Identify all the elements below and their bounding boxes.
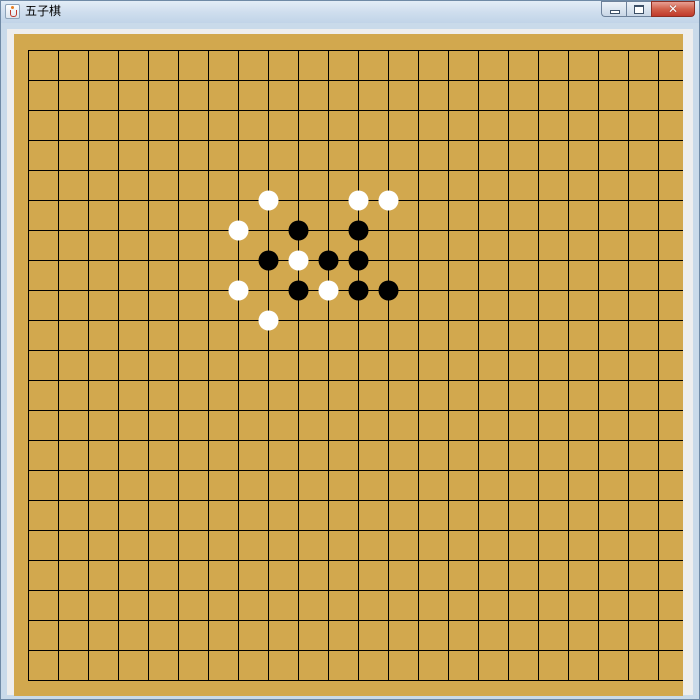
minimize-icon — [610, 10, 620, 14]
white-stone — [318, 280, 339, 301]
black-stone — [288, 280, 309, 301]
white-stone — [228, 280, 249, 301]
close-icon: ✕ — [667, 2, 679, 16]
minimize-button[interactable] — [601, 1, 626, 17]
title-bar[interactable]: 五子棋 ✕ — [1, 1, 699, 23]
window-title: 五子棋 — [25, 4, 62, 18]
white-stone — [258, 190, 279, 211]
white-stone — [378, 190, 399, 211]
white-stone — [348, 190, 369, 211]
maximize-icon — [634, 5, 644, 14]
black-stone — [348, 250, 369, 271]
black-stone — [348, 280, 369, 301]
black-stone — [318, 250, 339, 271]
black-stone — [288, 220, 309, 241]
maximize-button[interactable] — [626, 1, 651, 17]
gomoku-board[interactable] — [14, 34, 683, 696]
black-stone — [258, 250, 279, 271]
close-button[interactable]: ✕ — [651, 1, 695, 17]
java-coffee-cup-icon[interactable] — [5, 4, 20, 19]
black-stone — [348, 220, 369, 241]
window-controls: ✕ — [601, 1, 695, 19]
board-canvas[interactable] — [14, 34, 683, 696]
grid-lines — [28, 50, 683, 681]
white-stone — [228, 220, 249, 241]
black-stone — [378, 280, 399, 301]
white-stone — [288, 250, 309, 271]
white-stone — [258, 310, 279, 331]
